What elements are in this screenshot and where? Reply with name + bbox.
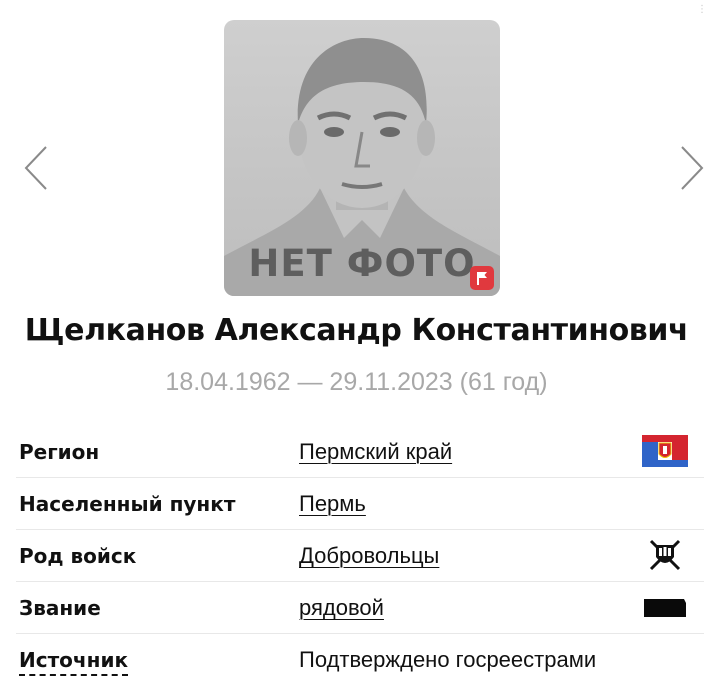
rank-insignia-icon xyxy=(642,591,688,623)
rank-link[interactable]: рядовой xyxy=(299,595,384,621)
settlement-row: Населенный пункт Пермь xyxy=(16,477,704,530)
region-row: Регион Пермский край xyxy=(16,425,704,478)
previous-arrow-icon[interactable] xyxy=(22,144,52,192)
rank-label: Звание xyxy=(19,596,101,620)
corner-dots: ⋮ xyxy=(697,4,707,15)
branch-link[interactable]: Добровольцы xyxy=(299,543,439,569)
no-photo-placeholder: НЕТ ФОТО xyxy=(224,20,500,296)
settlement-link[interactable]: Пермь xyxy=(299,491,366,517)
rank-row: Звание рядовой xyxy=(16,581,704,634)
region-label: Регион xyxy=(19,440,100,464)
branch-row: Род войск Добровольцы xyxy=(16,529,704,582)
settlement-label: Населенный пункт xyxy=(19,492,236,516)
flag-icon[interactable] xyxy=(470,266,494,290)
no-photo-label: НЕТ ФОТО xyxy=(248,242,476,285)
volunteers-emblem-icon xyxy=(642,539,688,571)
source-row: Источник Подтверждено госреестрами xyxy=(16,633,704,685)
region-link[interactable]: Пермский край xyxy=(299,439,452,465)
source-value: Подтверждено госреестрами xyxy=(299,647,597,672)
person-name: Щелканов Александр Константинович xyxy=(24,313,689,348)
source-label[interactable]: Источник xyxy=(19,648,129,676)
branch-label: Род войск xyxy=(19,544,137,568)
next-arrow-icon[interactable] xyxy=(676,144,706,192)
perm-krai-flag-icon xyxy=(642,435,688,467)
life-dates: 18.04.1962 — 29.11.2023 (61 год) xyxy=(165,368,548,396)
